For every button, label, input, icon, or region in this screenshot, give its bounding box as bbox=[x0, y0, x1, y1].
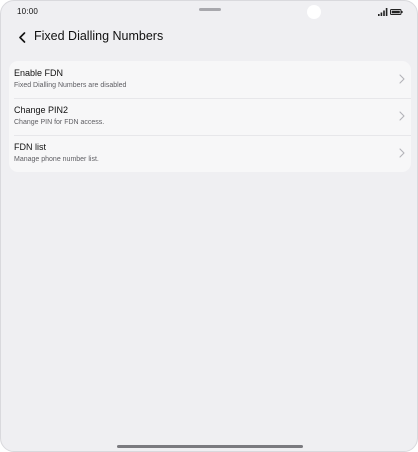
battery-icon bbox=[390, 9, 403, 15]
status-time: 10:00 bbox=[17, 7, 39, 16]
navigation-handle[interactable] bbox=[117, 445, 303, 448]
change-pin2-subtitle: Change PIN for FDN access. bbox=[14, 119, 105, 126]
chevron-right-icon bbox=[399, 111, 405, 121]
fdn-list-title: FDN list bbox=[14, 142, 46, 152]
enable-fdn-item[interactable]: Enable FDN Fixed Dialling Numbers are di… bbox=[9, 61, 411, 98]
app-header: Fixed Dialling Numbers bbox=[1, 25, 417, 51]
settings-card: Enable FDN Fixed Dialling Numbers are di… bbox=[9, 61, 411, 172]
signal-icon bbox=[378, 8, 388, 16]
device-frame: 10:00 Fixed Dialling Numbers Enable FDN … bbox=[0, 0, 418, 452]
camera-cutout bbox=[307, 5, 321, 19]
fdn-list-subtitle: Manage phone number list. bbox=[14, 156, 99, 163]
top-handle bbox=[199, 8, 221, 11]
chevron-left-icon bbox=[19, 31, 26, 43]
enable-fdn-subtitle: Fixed Dialling Numbers are disabled bbox=[14, 82, 127, 89]
change-pin2-title: Change PIN2 bbox=[14, 105, 69, 115]
page-title: Fixed Dialling Numbers bbox=[34, 29, 164, 43]
chevron-right-icon bbox=[399, 148, 405, 158]
back-button[interactable] bbox=[13, 28, 31, 46]
chevron-right-icon bbox=[399, 74, 405, 84]
enable-fdn-title: Enable FDN bbox=[14, 68, 64, 78]
change-pin2-item[interactable]: Change PIN2 Change PIN for FDN access. bbox=[9, 98, 411, 135]
fdn-list-item[interactable]: FDN list Manage phone number list. bbox=[9, 135, 411, 172]
status-bar: 10:00 bbox=[1, 1, 417, 23]
